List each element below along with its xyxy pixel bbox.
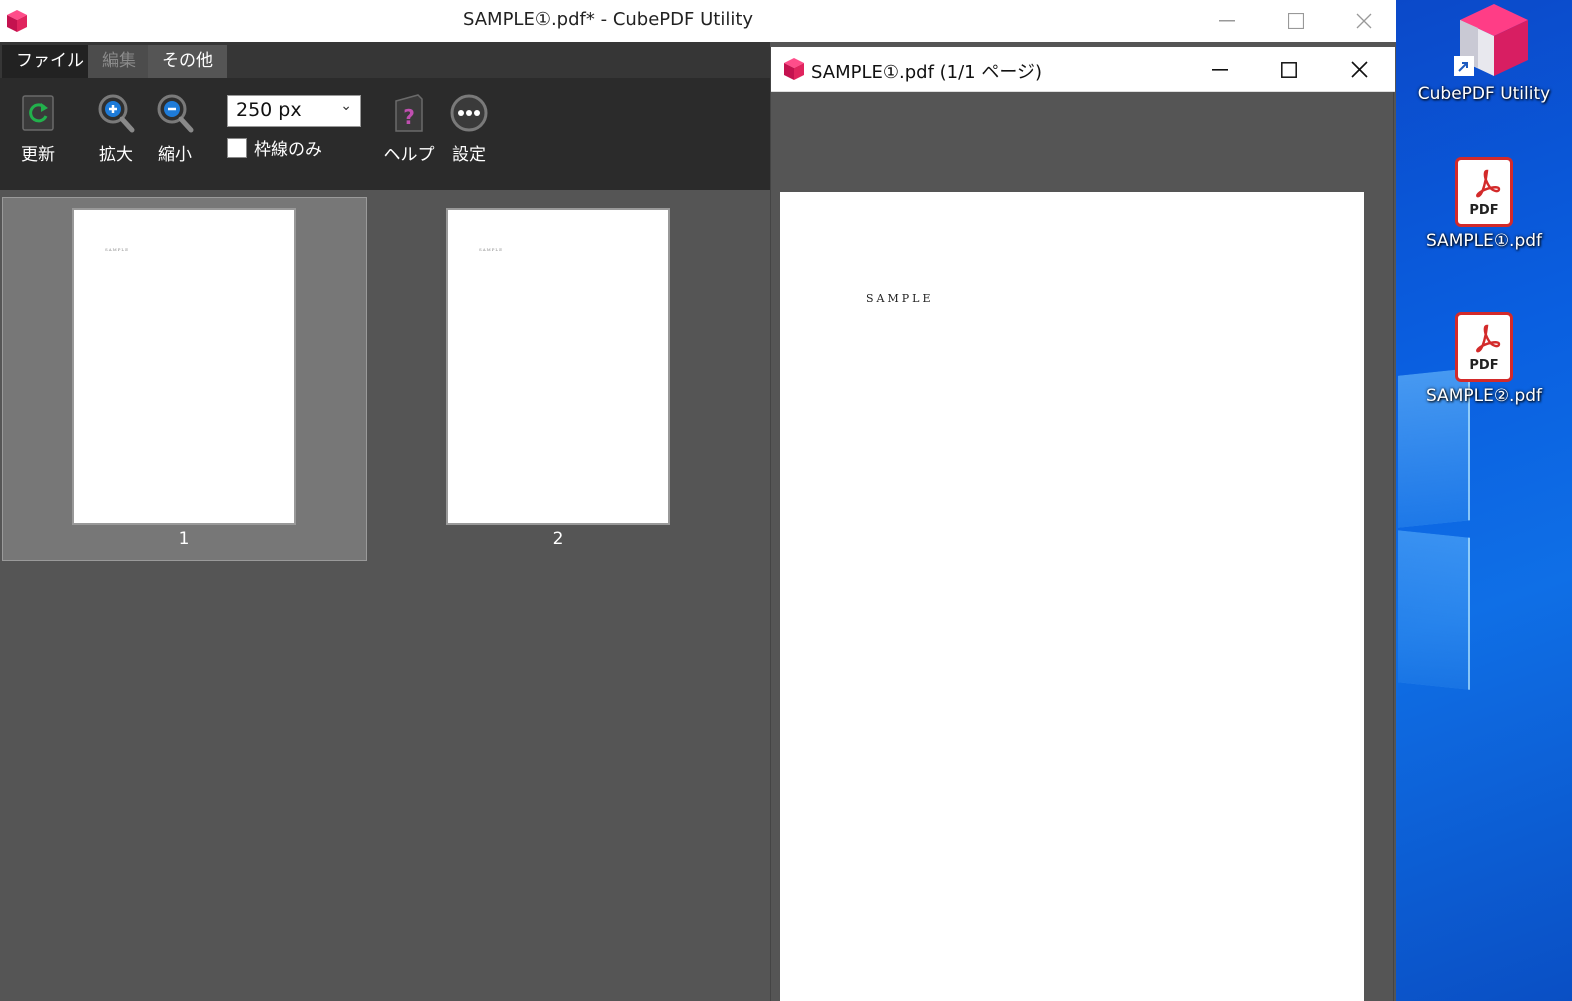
pdf-badge: PDF	[1469, 203, 1499, 218]
zoom-in-label: 拡大	[99, 145, 133, 165]
windows-logo-pane	[1398, 530, 1470, 690]
preview-minimize-button[interactable]	[1185, 47, 1255, 92]
zoom-in-icon	[86, 90, 146, 136]
menu-bar: ファイル 編集 その他	[0, 42, 770, 78]
zoom-out-label: 縮小	[158, 145, 192, 165]
pdf-file-icon: PDF	[1455, 312, 1513, 382]
refresh-icon	[8, 90, 68, 136]
page-thumbnail-area: SAMPLE 1 SAMPLE 2	[0, 190, 770, 1001]
ribbon-toolbar: 更新 拡大 縮小 250 px ⌄ 枠線のみ ? ヘルプ 設定	[0, 78, 770, 190]
svg-text:?: ?	[403, 105, 415, 129]
page-thumbnail-text: SAMPLE	[105, 247, 129, 252]
desktop-icon-cubepdf-utility[interactable]: CubePDF Utility	[1396, 0, 1572, 104]
preview-title: SAMPLE①.pdf (1/1 ページ)	[811, 62, 1043, 83]
zoom-size-select[interactable]: 250 px ⌄	[227, 95, 361, 127]
help-icon: ?	[379, 90, 439, 136]
window-title: SAMPLE①.pdf* - CubePDF Utility	[462, 9, 754, 30]
menu-other[interactable]: その他	[148, 45, 227, 78]
page-number: 1	[178, 529, 190, 549]
cubepdf-cube-icon	[1396, 0, 1572, 80]
settings-label: 設定	[452, 145, 486, 165]
page-thumbnail-2[interactable]: SAMPLE	[446, 208, 670, 525]
help-label: ヘルプ	[383, 145, 435, 165]
settings-button[interactable]: 設定	[439, 90, 499, 165]
menu-edit[interactable]: 編集	[88, 45, 150, 78]
desktop-icon-label: SAMPLE②.pdf	[1425, 386, 1543, 406]
page-thumbnail-text: SAMPLE	[479, 247, 503, 252]
frame-only-label: 枠線のみ	[254, 140, 322, 160]
zoom-in-button[interactable]: 拡大	[86, 90, 146, 165]
preview-page: SAMPLE	[780, 192, 1364, 1001]
desktop-icon-sample1-pdf[interactable]: PDF SAMPLE①.pdf	[1396, 157, 1572, 251]
desktop-icon-label: SAMPLE①.pdf	[1425, 231, 1543, 251]
preview-close-button[interactable]	[1324, 47, 1394, 92]
preview-maximize-button[interactable]	[1254, 47, 1324, 92]
desktop-icon-label: CubePDF Utility	[1417, 84, 1551, 104]
refresh-button[interactable]: 更新	[8, 90, 68, 165]
page-number: 2	[552, 529, 564, 549]
cubepdf-app-icon	[783, 57, 805, 85]
pdf-badge: PDF	[1469, 358, 1499, 373]
menu-file[interactable]: ファイル	[2, 45, 98, 78]
shortcut-arrow-icon	[1454, 56, 1474, 76]
desktop: CubePDF Utility PDF SAMPLE①.pdf PDF SAMP…	[1396, 0, 1572, 1001]
desktop-icon-sample2-pdf[interactable]: PDF SAMPLE②.pdf	[1396, 312, 1572, 406]
zoom-out-button[interactable]: 縮小	[145, 90, 205, 165]
page-thumbnail-1[interactable]: SAMPLE	[72, 208, 296, 525]
minimize-button[interactable]	[1193, 0, 1261, 42]
chevron-down-icon: ⌄	[340, 98, 352, 114]
close-button[interactable]	[1330, 0, 1398, 42]
preview-title-bar: SAMPLE①.pdf (1/1 ページ)	[771, 47, 1395, 92]
preview-window: SAMPLE①.pdf (1/1 ページ) SAMPLE	[770, 47, 1395, 1001]
more-options-icon	[439, 90, 499, 136]
pdf-file-icon: PDF	[1455, 157, 1513, 227]
zoom-out-icon	[145, 90, 205, 136]
zoom-size-value: 250 px	[236, 99, 302, 121]
help-button[interactable]: ? ヘルプ	[379, 90, 439, 165]
preview-page-text: SAMPLE	[866, 292, 934, 305]
title-bar: SAMPLE①.pdf* - CubePDF Utility	[0, 0, 1396, 42]
maximize-button[interactable]	[1262, 0, 1330, 42]
frame-only-checkbox[interactable]	[227, 138, 247, 158]
refresh-label: 更新	[21, 145, 55, 165]
